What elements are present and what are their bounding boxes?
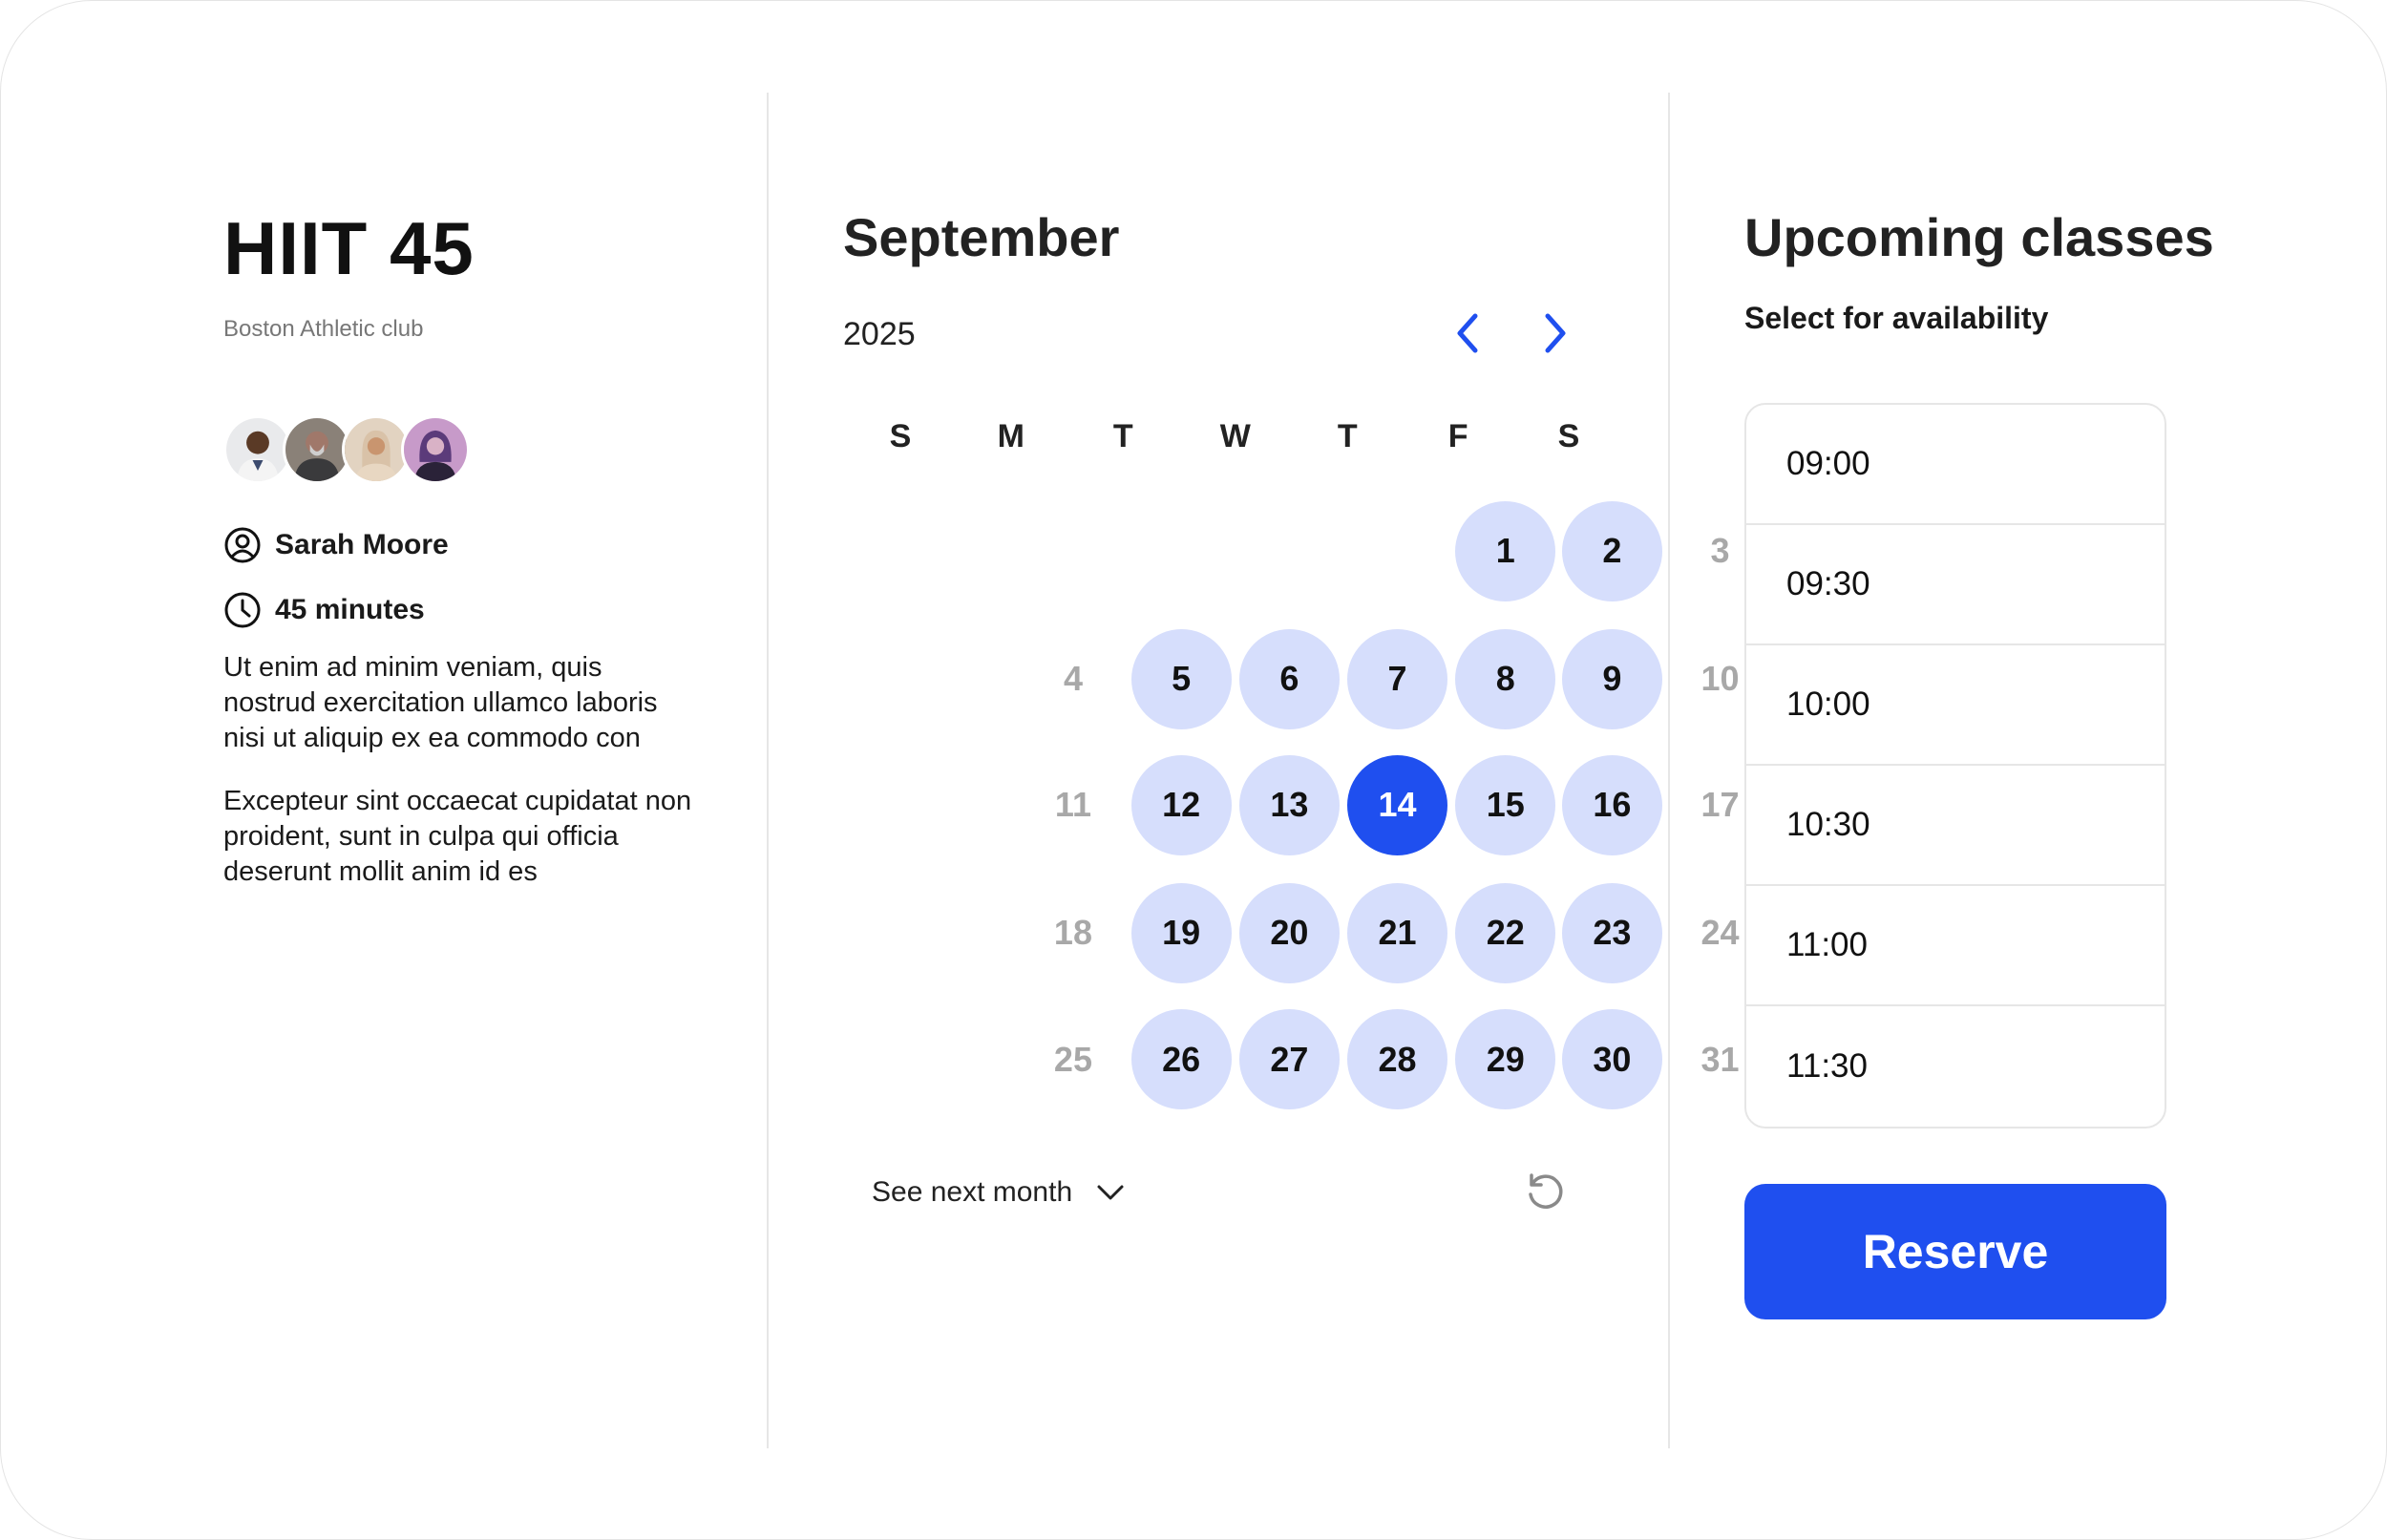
duration-row: 45 minutes [223, 591, 701, 629]
avatar [401, 415, 470, 484]
calendar-day: 4 [1063, 659, 1083, 698]
calendar-day[interactable]: 5 [1130, 628, 1232, 729]
calendar-day[interactable]: 22 [1455, 882, 1556, 983]
calendar-day: 18 [1053, 913, 1092, 953]
chevron-down-icon [1097, 1185, 1124, 1200]
calendar-day[interactable]: 20 [1238, 882, 1340, 983]
attendee-avatars [223, 415, 701, 484]
weekday-label: T [1112, 418, 1133, 454]
weekday-label: S [889, 418, 912, 454]
calendar-day[interactable]: 16 [1561, 754, 1662, 855]
upcoming-title: Upcoming classes [1744, 207, 2214, 267]
chevron-left-icon [1457, 313, 1478, 353]
booking-card: HIIT 45 Boston Athletic club Sarah Moore [0, 0, 2387, 1540]
chevron-right-icon [1545, 313, 1566, 353]
upcoming-subtitle: Select for availability [1744, 301, 2049, 335]
reset-icon[interactable] [1523, 1171, 1567, 1214]
calendar-day[interactable]: 28 [1347, 1009, 1448, 1110]
calendar-day[interactable]: 26 [1130, 1009, 1232, 1110]
class-duration: 45 minutes [275, 594, 425, 625]
calendar-day[interactable]: 7 [1347, 628, 1448, 729]
club-name: Boston Athletic club [223, 316, 424, 342]
time-slot[interactable]: 10:00 [1746, 645, 2165, 766]
calendar-day[interactable]: 6 [1238, 628, 1340, 729]
calendar-day[interactable]: 2 [1561, 500, 1662, 601]
calendar-panel: September 2025 See next month SMTWTFS123… [843, 207, 1740, 1357]
calendar-day[interactable]: 1 [1455, 500, 1556, 601]
instructor-row: Sarah Moore [223, 526, 701, 564]
upcoming-classes-panel: Upcoming classes Select for availability… [1744, 211, 2317, 1319]
calendar-day[interactable]: 29 [1455, 1009, 1556, 1110]
previous-month-button[interactable] [1445, 306, 1492, 360]
instructor-name: Sarah Moore [275, 529, 449, 560]
weekday-label: M [997, 418, 1025, 454]
calendar-year: 2025 [843, 316, 916, 352]
user-circle-icon [224, 527, 261, 563]
weekday-label: S [1557, 418, 1580, 454]
time-slot[interactable]: 10:30 [1746, 766, 2165, 886]
calendar-month: September [843, 207, 1120, 267]
class-title: HIIT 45 [223, 206, 475, 290]
calendar-day[interactable]: 21 [1347, 882, 1448, 983]
weekday-label: F [1447, 418, 1468, 454]
calendar-day[interactable]: 30 [1561, 1009, 1662, 1110]
time-slot[interactable]: 09:30 [1746, 525, 2165, 645]
class-info-panel: HIIT 45 Boston Athletic club Sarah Moore [223, 211, 701, 918]
next-month-button[interactable] [1531, 306, 1578, 360]
calendar-day: 11 [1054, 785, 1091, 825]
see-next-month-label: See next month [872, 1176, 1073, 1208]
divider-left [767, 93, 769, 1448]
calendar-day[interactable]: 15 [1455, 754, 1556, 855]
weekday-label: T [1337, 418, 1358, 454]
calendar-day[interactable]: 9 [1561, 628, 1662, 729]
time-slot[interactable]: 11:30 [1746, 1006, 2165, 1127]
calendar-day: 25 [1053, 1039, 1092, 1079]
time-slot[interactable]: 09:00 [1746, 405, 2165, 525]
time-slot[interactable]: 11:00 [1746, 886, 2165, 1006]
calendar-day[interactable]: 27 [1238, 1009, 1340, 1110]
reserve-button[interactable]: Reserve [1744, 1184, 2166, 1319]
calendar-day[interactable]: 13 [1238, 754, 1340, 855]
divider-right [1668, 93, 1670, 1448]
see-next-month-button[interactable]: See next month [872, 1175, 1128, 1210]
time-slot-list: 09:00 09:30 10:00 10:30 11:00 11:30 [1744, 403, 2166, 1129]
calendar-day[interactable]: 23 [1561, 882, 1662, 983]
calendar-day[interactable]: 8 [1455, 628, 1556, 729]
clock-icon [224, 592, 261, 628]
calendar-day[interactable]: 14 [1347, 754, 1448, 855]
calendar-day[interactable]: 19 [1130, 882, 1232, 983]
weekday-label: W [1219, 418, 1251, 454]
description-paragraph: Ut enim ad minim veniam, quis nostrud ex… [223, 652, 658, 753]
calendar-day[interactable]: 12 [1130, 754, 1232, 855]
description-paragraph: Excepteur sint occaecat cupidatat non pr… [223, 786, 692, 887]
